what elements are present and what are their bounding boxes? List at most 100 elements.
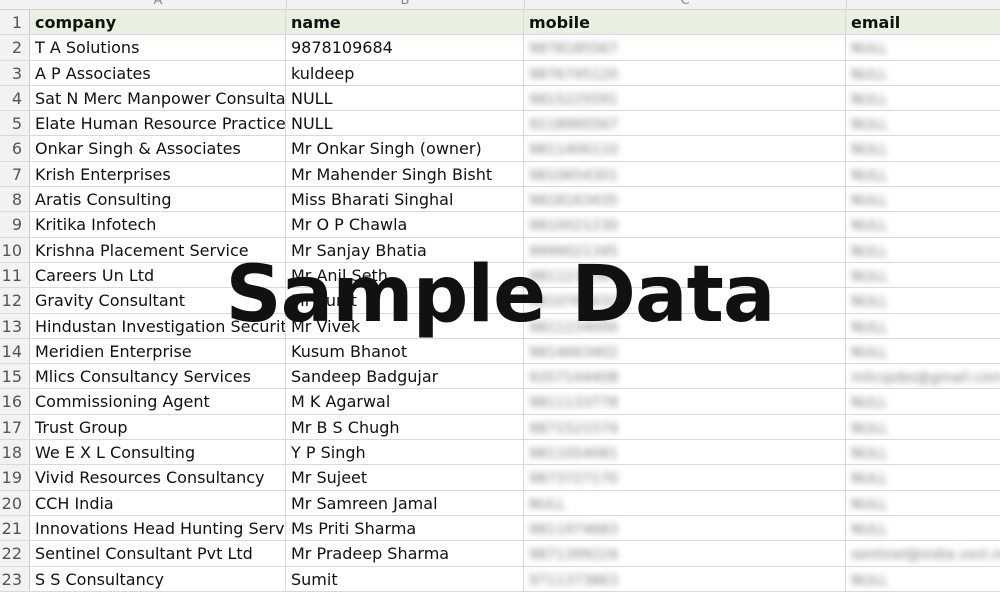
column-header-a[interactable]: A <box>30 0 287 9</box>
cell-email[interactable]: NULL <box>846 136 1000 160</box>
cell-email[interactable]: NULL <box>846 314 1000 338</box>
row-number[interactable]: 1 <box>0 10 30 35</box>
cell-mobile[interactable]: 9871521574 <box>524 414 846 440</box>
cell-email[interactable]: NULL <box>846 491 1000 515</box>
cell-email[interactable]: NULL <box>846 440 1000 464</box>
cell-email[interactable]: NULL <box>846 86 1000 110</box>
cell-email[interactable]: NULL <box>846 111 1000 135</box>
cell-name[interactable]: Miss Bharati Singhal <box>286 187 524 212</box>
cell-mobile[interactable]: 9811234000 <box>524 313 846 338</box>
header-cell-company[interactable]: company <box>30 10 286 35</box>
cell-mobile[interactable]: 9876745120 <box>524 60 846 85</box>
column-header-b[interactable]: B <box>286 0 525 9</box>
row-number[interactable]: 13 <box>0 313 30 338</box>
cell-company[interactable]: Sentinel Consultant Pvt Ltd <box>30 541 286 566</box>
cell-name[interactable]: kuldeep <box>286 60 524 85</box>
header-cell-name[interactable]: name <box>286 10 524 35</box>
cell-name[interactable]: Y P Singh <box>286 440 524 465</box>
cell-email[interactable]: NULL <box>846 339 1000 363</box>
cell-mobile[interactable]: 9818163435 <box>524 187 846 212</box>
cell-company[interactable]: Elate Human Resource Practice Pvt Ltd <box>30 111 286 136</box>
cell-company[interactable]: Krishna Placement Service <box>30 237 286 262</box>
cell-mobile[interactable]: 9357144408 <box>524 364 846 389</box>
row-number[interactable]: 2 <box>0 35 30 60</box>
cell-email[interactable]: NULL <box>846 212 1000 236</box>
cell-email[interactable]: NULL <box>846 238 1000 262</box>
row-number[interactable]: 18 <box>0 440 30 465</box>
cell-name[interactable]: NULL <box>286 85 524 111</box>
cell-mobile[interactable]: 9999021345 <box>524 237 846 262</box>
cell-email[interactable]: NULL <box>846 61 1000 85</box>
cell-company[interactable]: CCH India <box>30 490 286 515</box>
cell-mobile[interactable]: 9811234567 <box>524 262 846 288</box>
row-number[interactable]: 4 <box>0 85 30 111</box>
column-header-c[interactable]: C <box>524 0 847 9</box>
cell-company[interactable]: T A Solutions <box>30 35 286 60</box>
cell-email[interactable]: NULL <box>846 187 1000 211</box>
cell-name[interactable]: Mr B S Chugh <box>286 414 524 440</box>
cell-email[interactable]: NULL <box>846 389 1000 413</box>
cell-company[interactable]: Hindustan Investigation Security Service… <box>30 313 286 338</box>
cell-name[interactable]: Mr Sanjay Bhatia <box>286 237 524 262</box>
cell-mobile[interactable]: 9811054081 <box>524 440 846 465</box>
cell-name[interactable]: Ms Priti Sharma <box>286 515 524 541</box>
cell-company[interactable]: Krish Enterprises <box>30 161 286 187</box>
cell-email[interactable]: NULL <box>846 288 1000 312</box>
cell-email[interactable]: NULL <box>846 415 1000 439</box>
row-number[interactable]: 8 <box>0 187 30 212</box>
cell-mobile[interactable]: 9815225591 <box>524 85 846 111</box>
cell-company[interactable]: Vivid Resources Consultancy <box>30 465 286 490</box>
cell-mobile[interactable]: 9814663402 <box>524 338 846 364</box>
cell-company[interactable]: S S Consultancy <box>30 566 286 591</box>
header-cell-email[interactable]: email <box>846 10 1000 34</box>
row-number[interactable]: 20 <box>0 490 30 515</box>
cell-company[interactable]: Trust Group <box>30 414 286 440</box>
row-number[interactable]: 11 <box>0 262 30 288</box>
row-number[interactable]: 15 <box>0 364 30 389</box>
cell-name[interactable]: Mr Punit <box>286 288 524 313</box>
cell-company[interactable]: Commissioning Agent <box>30 389 286 414</box>
cell-email[interactable]: NULL <box>846 263 1000 287</box>
cell-name[interactable]: NULL <box>286 111 524 136</box>
column-header-d[interactable] <box>846 0 1000 9</box>
cell-company[interactable]: We E X L Consulting <box>30 440 286 465</box>
cell-company[interactable]: Meridien Enterprise <box>30 338 286 364</box>
cell-company[interactable]: Gravity Consultant <box>30 288 286 313</box>
cell-mobile[interactable]: 9878185567 <box>524 35 846 60</box>
row-number[interactable]: 3 <box>0 60 30 85</box>
row-number[interactable]: 21 <box>0 515 30 541</box>
row-number[interactable]: 19 <box>0 465 30 490</box>
row-number[interactable]: 6 <box>0 136 30 161</box>
cell-email[interactable]: NULL <box>846 567 1000 591</box>
cell-name[interactable]: Mr Vivek <box>286 313 524 338</box>
cell-email[interactable]: NULL <box>846 162 1000 186</box>
cell-name[interactable]: Mr Pradeep Sharma <box>286 541 524 566</box>
header-cell-mobile[interactable]: mobile <box>524 10 846 35</box>
cell-company[interactable]: Sat N Merc Manpower Consultants <box>30 85 286 111</box>
row-number[interactable]: 17 <box>0 414 30 440</box>
cell-mobile[interactable]: 9811406110 <box>524 136 846 161</box>
cell-company[interactable]: Aratis Consulting <box>30 187 286 212</box>
row-number[interactable]: 10 <box>0 237 30 262</box>
cell-mobile[interactable]: 9810765432 <box>524 288 846 313</box>
row-number[interactable]: 9 <box>0 212 30 237</box>
cell-mobile[interactable]: 9873727170 <box>524 465 846 490</box>
row-number[interactable]: 14 <box>0 338 30 364</box>
cell-email[interactable]: mlicsjobs@gmail.com <box>846 364 1000 388</box>
cell-name[interactable]: Mr Mahender Singh Bisht <box>286 161 524 187</box>
cell-company[interactable]: Onkar Singh & Associates <box>30 136 286 161</box>
cell-company[interactable]: Mlics Consultancy Services <box>30 364 286 389</box>
cell-email[interactable]: NULL <box>846 35 1000 59</box>
cell-company[interactable]: Careers Un Ltd <box>30 262 286 288</box>
cell-email[interactable]: NULL <box>846 516 1000 540</box>
cell-name[interactable]: Mr Samreen Jamal <box>286 490 524 515</box>
cell-email[interactable]: NULL <box>846 465 1000 489</box>
row-number[interactable]: 12 <box>0 288 30 313</box>
cell-name[interactable]: M K Agarwal <box>286 389 524 414</box>
cell-mobile[interactable]: 9810654301 <box>524 161 846 187</box>
cell-name[interactable]: Sandeep Badgujar <box>286 364 524 389</box>
cell-mobile[interactable]: 9811133778 <box>524 389 846 414</box>
cell-name[interactable]: 9878109684 <box>286 35 524 60</box>
cell-email[interactable]: sentinel@india.vsnl.net <box>846 541 1000 565</box>
cell-company[interactable]: Kritika Infotech <box>30 212 286 237</box>
